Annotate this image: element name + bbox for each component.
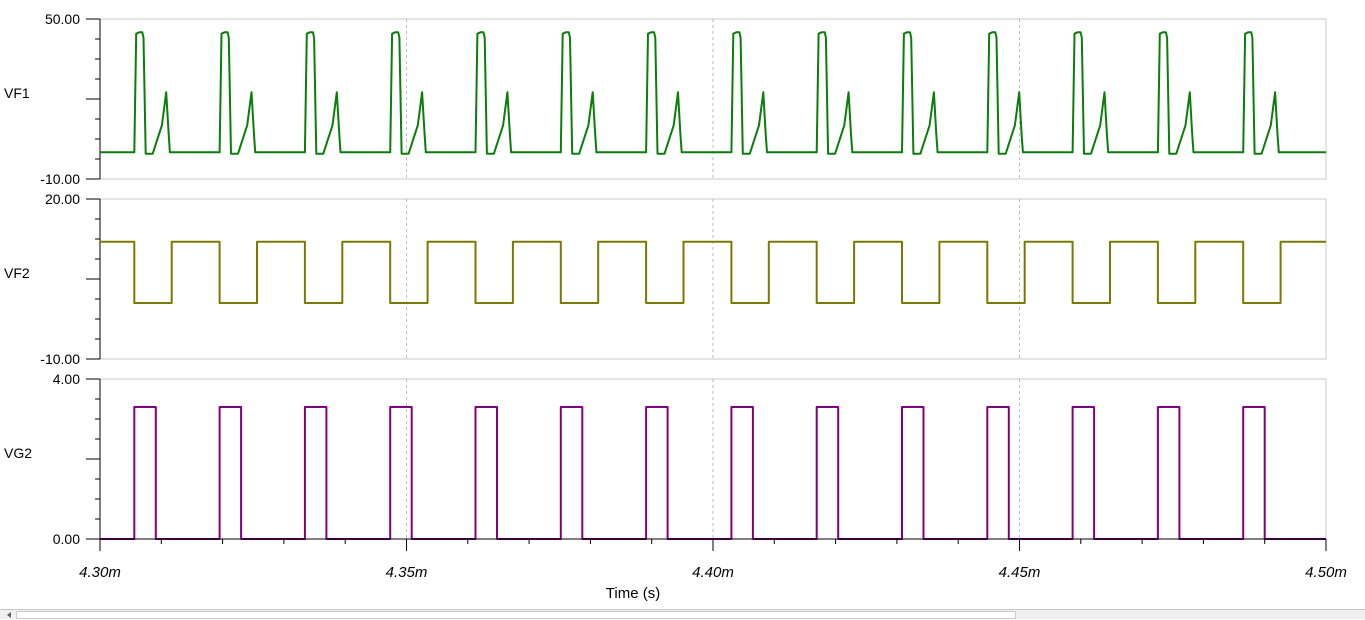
x-tick-label: 4.50m (1305, 564, 1347, 581)
x-tick-label: 4.45m (999, 564, 1041, 581)
x-axis-title: Time (s) (606, 585, 660, 602)
vg2-y-tick-label-top: 4.00 (53, 371, 80, 387)
horizontal-scrollbar[interactable] (0, 609, 1365, 619)
vf2-y-tick-label-top: 20.00 (45, 191, 80, 207)
vf2-channel-label: VF2 (4, 265, 30, 281)
vf2-y-tick-label-bottom: -10.00 (40, 351, 80, 367)
vg2-channel-label: VG2 (4, 445, 32, 461)
vf1-channel-label: VF1 (4, 85, 30, 101)
scroll-thumb[interactable] (16, 611, 1016, 619)
x-tick-label: 4.35m (386, 564, 428, 581)
vg2-y-tick-label-bottom: 0.00 (53, 531, 80, 547)
waveform-chart: 50.00 -10.00 VF1 20.00 -10.00 VF2 4.00 0.00 VG2 4… (4, 11, 1347, 602)
vf1-y-tick-label-bottom: -10.00 (40, 171, 80, 187)
vf1-y-tick-label-top: 50.00 (45, 11, 80, 27)
x-tick-label: 4.40m (692, 564, 734, 581)
x-tick-label: 4.30m (79, 564, 121, 581)
